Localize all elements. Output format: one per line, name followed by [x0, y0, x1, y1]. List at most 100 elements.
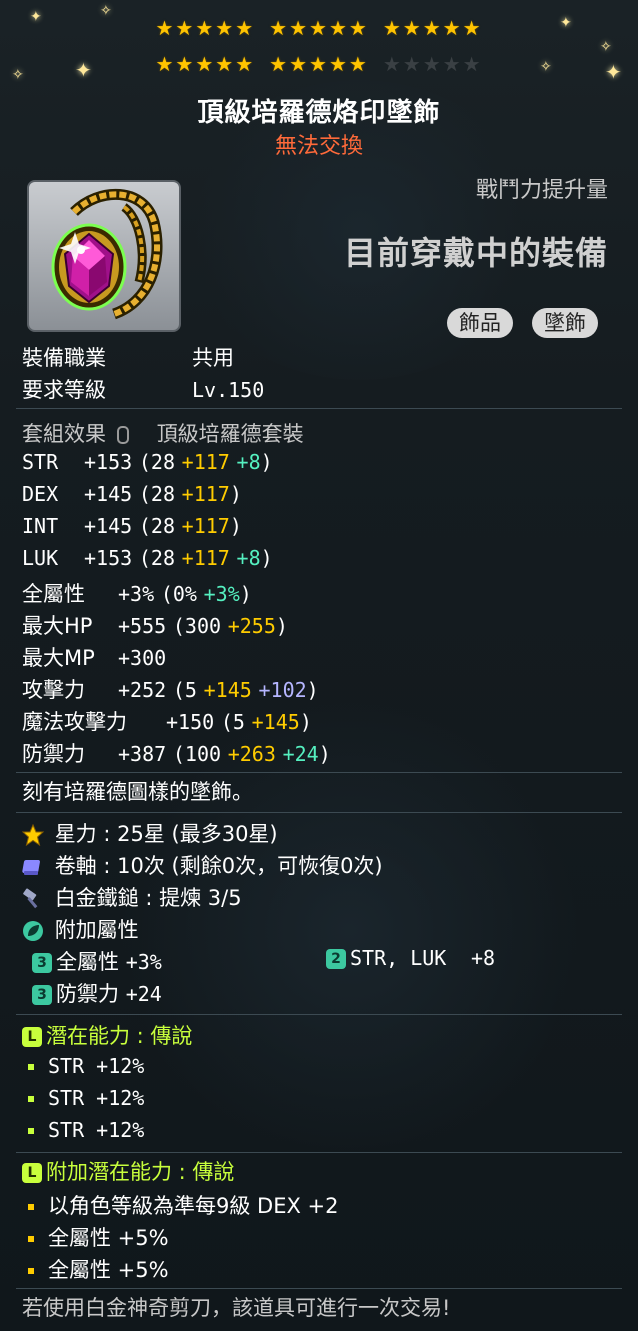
- set-value: 頂級培羅德套裝: [156, 422, 304, 446]
- stat-total: +387: [118, 742, 167, 766]
- star-filled-icon: ★: [462, 16, 483, 40]
- stat-bonus-enhance: +24: [282, 742, 319, 766]
- additional-option: 3 防禦力 +24: [32, 978, 162, 1008]
- stat-row: STR +153 (28 +117 +8): [22, 450, 273, 474]
- job-row: 裝備職業 共用: [22, 342, 234, 372]
- star-filled-icon: ★: [328, 16, 349, 40]
- stat-row: 最大MP +300: [22, 642, 166, 672]
- potential-line: STR +12%: [22, 1086, 144, 1110]
- stat-bonus-flame: +255: [227, 614, 276, 638]
- star-filled-icon: ★: [235, 52, 256, 76]
- star-empty-icon: ★: [422, 52, 443, 76]
- star-filled-icon: ★: [442, 16, 463, 40]
- stat-name: DEX: [22, 482, 59, 506]
- star-filled-icon: ★: [195, 52, 216, 76]
- tier-badge: 3: [32, 985, 52, 1005]
- star-filled-icon: ★: [402, 16, 423, 40]
- stat-row: DEX +145 (28 +117): [22, 482, 242, 506]
- stat-row: 魔法攻擊力 +150 (5 +145): [22, 706, 312, 736]
- bonus-potential-header: L 附加潛在能力 : 傳說: [22, 1156, 234, 1186]
- star-empty-icon: ★: [402, 52, 423, 76]
- star-filled-icon: ★: [348, 16, 369, 40]
- bonus-potential-line: 全屬性 +5%: [22, 1254, 169, 1284]
- divider: [16, 408, 622, 409]
- stat-bonus-enhance: +3%: [203, 582, 240, 606]
- star-filled-icon: ★: [289, 52, 310, 76]
- stat-total: +3%: [118, 582, 155, 606]
- pendant-icon: [51, 188, 163, 320]
- star-filled-icon: ★: [309, 52, 329, 76]
- stat-total: +252: [118, 678, 167, 702]
- bonus-potential-line: 全屬性 +5%: [22, 1222, 169, 1252]
- potential-header: L 潛在能力 : 傳說: [22, 1020, 192, 1050]
- item-tooltip: ✦ ✧ ✦ ✧ ✦ ✦ ✧ ✧ ★★★★★ ★★★★★ ★★★★★ ★★★★★ ★★★…: [0, 0, 638, 1331]
- divider: [16, 1288, 622, 1289]
- star-group: ★★★★★: [155, 52, 255, 76]
- stat-base: (5: [220, 710, 245, 734]
- star-empty-icon: ★: [382, 52, 403, 76]
- star-filled-icon: ★: [195, 16, 216, 40]
- divider: [16, 812, 622, 813]
- set-label: 套組效果: [22, 422, 106, 446]
- star-force-info: 星力 : 25星 (最多30星): [21, 818, 278, 848]
- combat-power-label: 戰鬥力提升量: [475, 178, 608, 203]
- stat-total: +153: [84, 546, 133, 570]
- star-filled-icon: ★: [328, 52, 349, 76]
- stat-total: +150: [166, 710, 215, 734]
- type-tag: 墜飾: [532, 308, 598, 338]
- star-empty-icon: ★: [442, 52, 463, 76]
- job-value: 共用: [192, 346, 234, 370]
- stat-row: LUK +153 (28 +117 +8): [22, 546, 273, 570]
- stat-base: (28: [138, 482, 175, 506]
- stat-base: (5: [172, 678, 197, 702]
- star-filled-icon: ★: [309, 16, 329, 40]
- leaf-icon: [22, 920, 44, 942]
- scroll-info: 卷軸 : 10次 (剩餘0次，可恢復0次): [22, 850, 383, 880]
- stat-base: (100: [172, 742, 222, 766]
- trade-status: 無法交換: [274, 134, 363, 159]
- level-label: 要求等級: [22, 378, 106, 402]
- stat-base: (28: [138, 450, 175, 474]
- star-filled-icon: ★: [269, 52, 290, 76]
- star-group: ★★★★★: [383, 16, 483, 40]
- level-row: 要求等級 Lv.150: [22, 374, 264, 404]
- divider: [16, 772, 622, 773]
- stat-name: 最大HP: [22, 614, 93, 638]
- stat-total: +153: [84, 450, 133, 474]
- set-lock-icon: [116, 426, 129, 444]
- star-filled-icon: ★: [155, 52, 176, 76]
- stat-total: +145: [84, 514, 133, 538]
- star-force-row-2: ★★★★★ ★★★★★ ★★★★★: [0, 52, 638, 76]
- star-filled-icon: ★: [235, 16, 256, 40]
- stat-row: 全屬性 +3% (0% +3%): [22, 578, 252, 608]
- stat-bonus-enhance: +8: [236, 450, 261, 474]
- star-filled-icon: ★: [289, 16, 310, 40]
- star-icon: [21, 823, 45, 847]
- job-label: 裝備職業: [22, 346, 106, 370]
- stat-row: 攻擊力 +252 (5 +145 +102): [22, 674, 319, 704]
- stat-name: INT: [22, 514, 59, 538]
- stat-bonus-flame: +117: [181, 546, 230, 570]
- stat-bonus-flame: +263: [227, 742, 276, 766]
- stat-bonus-enhance: +102: [258, 678, 307, 702]
- hammer-icon: [22, 888, 44, 910]
- stat-name: 魔法攻擊力: [22, 710, 127, 734]
- additional-options-header: 附加屬性: [22, 914, 139, 944]
- stat-total: +300: [118, 646, 167, 670]
- legendary-badge: L: [22, 1027, 42, 1047]
- stat-name: 最大MP: [22, 646, 95, 670]
- potential-line: STR +12%: [22, 1118, 144, 1142]
- star-filled-icon: ★: [269, 16, 290, 40]
- stat-name: LUK: [22, 546, 59, 570]
- stat-total: +555: [118, 614, 167, 638]
- tier-badge: 3: [32, 953, 52, 973]
- additional-option: 3 全屬性 +3%: [32, 946, 162, 976]
- stat-name: 防禦力: [22, 742, 85, 766]
- set-row[interactable]: 套組效果 頂級培羅德套裝: [22, 418, 304, 448]
- tier-badge: 2: [326, 949, 346, 969]
- stat-base: (28: [138, 514, 175, 538]
- stat-base: (300: [172, 614, 222, 638]
- potential-line: STR +12%: [22, 1054, 144, 1078]
- star-filled-icon: ★: [215, 52, 236, 76]
- star-group: ★★★★★: [269, 52, 369, 76]
